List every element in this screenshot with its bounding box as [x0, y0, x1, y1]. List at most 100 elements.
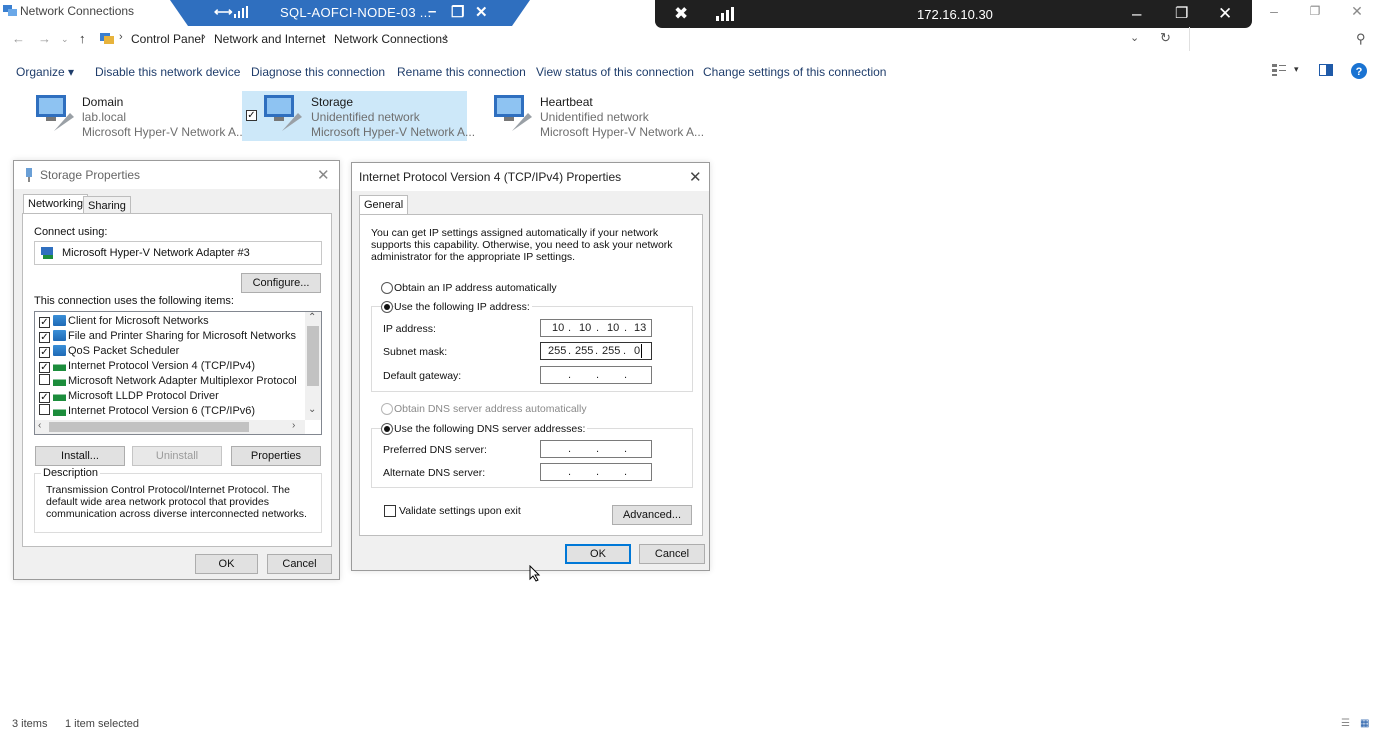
- install-button[interactable]: Install...: [35, 446, 125, 466]
- dialog-title: Internet Protocol Version 4 (TCP/IPv4) P…: [359, 170, 622, 184]
- networking-panel: Connect using: Microsoft Hyper-V Network…: [22, 213, 332, 547]
- scroll-down-icon[interactable]: ⌄: [308, 404, 316, 415]
- intro-text: You can get IP settings assigned automat…: [371, 227, 673, 263]
- item-checkbox[interactable]: ✓: [39, 332, 50, 343]
- up-button[interactable]: ↑: [79, 31, 86, 46]
- list-item[interactable]: Internet Protocol Version 6 (TCP/IPv6): [39, 404, 255, 419]
- breadcrumb-network-connections[interactable]: Network Connections: [334, 32, 448, 46]
- properties-button[interactable]: Properties: [231, 446, 321, 466]
- ok-button[interactable]: OK: [565, 544, 631, 564]
- validate-settings-label[interactable]: Validate settings upon exit: [399, 505, 521, 517]
- list-item[interactable]: ✓ QoS Packet Scheduler: [39, 344, 179, 359]
- horizontal-scrollbar[interactable]: ‹ ›: [35, 420, 305, 434]
- ip-address-field[interactable]: 10. 10. 10. 13: [540, 319, 652, 337]
- recent-locations-chevron-icon[interactable]: ⌄: [61, 34, 69, 45]
- list-item[interactable]: ✓ File and Printer Sharing for Microsoft …: [39, 329, 296, 344]
- adapter-storage[interactable]: ✓ Storage Unidentified network Microsoft…: [242, 91, 475, 141]
- advanced-button[interactable]: Advanced...: [612, 505, 692, 525]
- network-adapter-icon: [494, 95, 532, 131]
- item-checkbox[interactable]: ✓: [39, 317, 50, 328]
- use-following-dns-label[interactable]: Use the following DNS server addresses:: [394, 423, 588, 435]
- rdp-restore-button[interactable]: ❐: [451, 3, 464, 21]
- explorer-minimize-button[interactable]: –: [1264, 2, 1284, 20]
- subnet-octet: 255: [548, 345, 567, 357]
- scroll-thumb[interactable]: [307, 326, 319, 386]
- list-item[interactable]: Microsoft Network Adapter Multiplexor Pr…: [39, 374, 297, 389]
- subnet-mask-field[interactable]: 255. 255. 255. 0: [540, 342, 652, 360]
- scroll-up-icon[interactable]: ⌃: [308, 312, 316, 323]
- help-icon[interactable]: ?: [1351, 63, 1367, 79]
- use-following-dns-radio[interactable]: [381, 423, 393, 435]
- forward-button[interactable]: →: [38, 31, 51, 46]
- obtain-ip-auto-label[interactable]: Obtain an IP address automatically: [394, 282, 557, 294]
- explorer-close-button[interactable]: ✕: [1347, 2, 1367, 20]
- scroll-left-icon[interactable]: ‹: [38, 420, 41, 431]
- rdp-minimize-button[interactable]: –: [428, 3, 436, 20]
- remote-restore-button[interactable]: ❐: [1175, 4, 1188, 24]
- item-checkbox[interactable]: [39, 374, 50, 385]
- search-input[interactable]: ⚲: [1189, 27, 1377, 51]
- change-settings-button[interactable]: Change settings of this connection: [703, 65, 886, 79]
- adapter-title-icon: [26, 168, 32, 182]
- organize-menu[interactable]: Organize ▾: [16, 65, 74, 79]
- scroll-right-icon[interactable]: ›: [292, 420, 295, 431]
- control-panel-icon: [100, 33, 114, 44]
- adapter-select-checkbox[interactable]: ✓: [246, 110, 257, 121]
- item-checkbox[interactable]: ✓: [39, 347, 50, 358]
- explorer-maximize-button[interactable]: ❐: [1305, 2, 1325, 20]
- remote-minimize-button[interactable]: –: [1132, 4, 1141, 24]
- view-dropdown-icon[interactable]: ▾: [1294, 64, 1299, 75]
- remote-ip-address: 172.16.10.30: [917, 7, 993, 22]
- ok-button[interactable]: OK: [195, 554, 258, 574]
- list-item[interactable]: ✓ Internet Protocol Version 4 (TCP/IPv4): [39, 359, 255, 374]
- vertical-scrollbar[interactable]: ⌃ ⌄: [305, 312, 321, 420]
- adapter-domain[interactable]: Domain lab.local Microsoft Hyper-V Netwo…: [30, 91, 246, 141]
- cancel-button[interactable]: Cancel: [267, 554, 332, 574]
- details-view-icon[interactable]: ☰: [1341, 718, 1350, 729]
- back-button[interactable]: ←: [12, 31, 25, 46]
- obtain-ip-auto-radio[interactable]: [381, 282, 393, 294]
- item-count: 3 items: [12, 718, 48, 730]
- adapter-status: Unidentified network: [540, 110, 649, 124]
- item-checkbox[interactable]: ✓: [39, 362, 50, 373]
- tab-networking[interactable]: Networking: [23, 194, 89, 214]
- tab-general[interactable]: General: [359, 195, 409, 215]
- configure-button[interactable]: Configure...: [241, 273, 321, 293]
- use-following-ip-label[interactable]: Use the following IP address:: [394, 301, 532, 313]
- breadcrumb-control-panel[interactable]: Control Panel: [131, 32, 204, 46]
- command-bar: Organize ▾ Disable this network device D…: [0, 60, 1381, 84]
- preferred-dns-field[interactable]: ...: [540, 440, 652, 458]
- adapter-name-text: Microsoft Hyper-V Network Adapter #3: [62, 247, 250, 259]
- network-adapter-icon: [36, 95, 74, 131]
- address-dropdown-chevron-icon[interactable]: ⌄: [1130, 31, 1139, 44]
- cancel-button[interactable]: Cancel: [639, 544, 705, 564]
- list-item[interactable]: ✓ Client for Microsoft Networks: [39, 314, 209, 329]
- item-checkbox[interactable]: ✓: [39, 392, 50, 403]
- refresh-icon[interactable]: ↻: [1160, 30, 1171, 46]
- dialog-close-button[interactable]: ✕: [317, 166, 330, 184]
- rdp-close-button[interactable]: ✕: [475, 3, 488, 21]
- item-label: Client for Microsoft Networks: [68, 315, 209, 327]
- view-status-button[interactable]: View status of this connection: [536, 65, 694, 79]
- pin-icon[interactable]: ⟷: [214, 4, 233, 20]
- preview-pane-icon[interactable]: [1319, 64, 1333, 76]
- list-item[interactable]: ✓ Microsoft LLDP Protocol Driver: [39, 389, 219, 404]
- disable-device-button[interactable]: Disable this network device: [95, 65, 240, 79]
- validate-settings-checkbox[interactable]: [384, 505, 396, 517]
- unpin-icon[interactable]: ✖: [674, 4, 688, 24]
- tiles-view-icon[interactable]: ▦: [1360, 718, 1369, 729]
- components-list[interactable]: ✓ Client for Microsoft Networks ✓ File and…: [34, 311, 322, 435]
- adapter-heartbeat[interactable]: Heartbeat Unidentified network Microsoft…: [488, 91, 704, 141]
- rename-connection-button[interactable]: Rename this connection: [397, 65, 526, 79]
- default-gateway-field[interactable]: ...: [540, 366, 652, 384]
- view-options-icon[interactable]: [1272, 64, 1286, 76]
- diagnose-connection-button[interactable]: Diagnose this connection: [251, 65, 385, 79]
- use-following-ip-radio[interactable]: [381, 301, 393, 313]
- breadcrumb-network-and-internet[interactable]: Network and Internet: [214, 32, 325, 46]
- tab-sharing[interactable]: Sharing: [83, 196, 131, 214]
- dialog-close-button[interactable]: ✕: [689, 168, 702, 186]
- item-checkbox[interactable]: [39, 404, 50, 415]
- alternate-dns-field[interactable]: ...: [540, 463, 652, 481]
- remote-close-button[interactable]: ✕: [1218, 4, 1232, 24]
- scroll-thumb[interactable]: [49, 422, 249, 432]
